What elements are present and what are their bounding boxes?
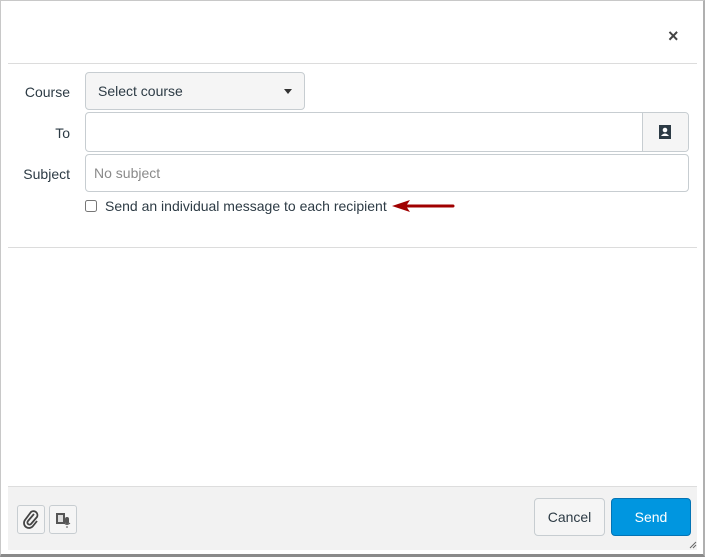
individual-message-label: Send an individual message to each recip…	[105, 198, 387, 214]
subject-label: Subject	[23, 166, 70, 182]
arrow-annotation-icon	[392, 200, 455, 212]
attach-button[interactable]	[17, 505, 45, 534]
divider	[8, 63, 697, 64]
close-button[interactable]: ×	[668, 26, 679, 47]
cancel-button[interactable]: Cancel	[534, 498, 605, 536]
resize-handle-icon[interactable]	[688, 540, 697, 549]
media-button[interactable]	[49, 505, 77, 534]
caret-down-icon	[284, 89, 292, 94]
subject-input[interactable]	[85, 154, 689, 192]
divider	[8, 247, 697, 248]
course-select-value: Select course	[98, 83, 183, 99]
course-select[interactable]: Select course	[85, 72, 305, 110]
address-book-icon	[659, 125, 671, 139]
to-label: To	[55, 125, 70, 141]
to-field[interactable]	[85, 112, 689, 152]
paperclip-icon	[23, 510, 39, 529]
individual-message-checkbox[interactable]	[85, 200, 97, 212]
media-record-icon	[56, 513, 71, 528]
address-book-button[interactable]	[642, 113, 688, 151]
course-label: Course	[24, 84, 70, 100]
send-button[interactable]: Send	[611, 498, 691, 536]
